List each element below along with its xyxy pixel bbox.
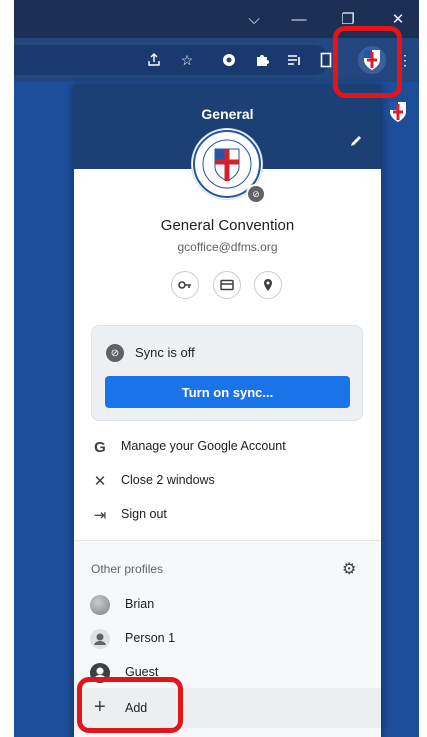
highlight-profile-button [333,26,402,98]
puzzle-icon[interactable] [252,50,272,70]
google-icon: G [94,438,106,456]
profile-menu-popup: General ⊘ General Convention gcoffice@df… [74,84,381,737]
sync-status: Sync is off [135,345,195,360]
sync-card: ⊘ Sync is off Turn on sync... [91,325,363,421]
sign-out-item[interactable]: ⇥ Sign out [74,498,381,532]
profile-item-brian[interactable]: Brian [74,588,381,622]
payment-methods-button[interactable] [213,271,241,299]
popup-title: General [201,106,254,122]
share-icon[interactable] [144,50,164,70]
sync-off-icon: ⊘ [106,344,124,362]
profile-label: Person 1 [125,631,176,645]
menu-item-label: Sign out [121,507,167,521]
payment-card-icon [220,279,234,291]
passwords-button[interactable] [171,271,199,299]
close-windows-item[interactable]: ✕ Close 2 windows [74,464,381,498]
address-bar[interactable] [14,45,329,75]
sync-off-badge-icon: ⊘ [246,184,266,204]
tab-search-button[interactable]: ⌵ [243,8,265,30]
extension-icon[interactable] [219,50,239,70]
profile-label: Brian [125,597,155,611]
person-icon [90,629,110,649]
star-icon[interactable]: ☆ [177,50,197,70]
other-profiles-title: Other profiles [91,562,164,576]
edit-pencil-icon[interactable] [349,134,363,152]
turn-on-sync-button[interactable]: Turn on sync... [105,376,350,408]
menu-item-label: Manage your Google Account [121,439,286,453]
location-pin-icon [264,279,272,291]
brian-avatar [90,595,110,615]
account-name: General Convention [160,217,295,234]
reading-list-icon[interactable] [284,50,304,70]
close-icon: ✕ [93,473,107,490]
sign-out-icon: ⇥ [93,507,107,524]
minimize-button[interactable]: — [288,8,310,30]
manage-google-account-item[interactable]: G Manage your Google Account [74,430,381,464]
addresses-button[interactable] [254,271,282,299]
profile-item-person-1[interactable]: Person 1 [74,622,381,656]
highlight-add-button [77,677,183,733]
gear-icon[interactable]: ⚙ [342,559,356,579]
menu-item-label: Close 2 windows [121,473,215,487]
account-email: gcoffice@dfms.org [177,240,278,254]
side-shield-icon [389,100,407,124]
password-key-icon [178,281,191,289]
